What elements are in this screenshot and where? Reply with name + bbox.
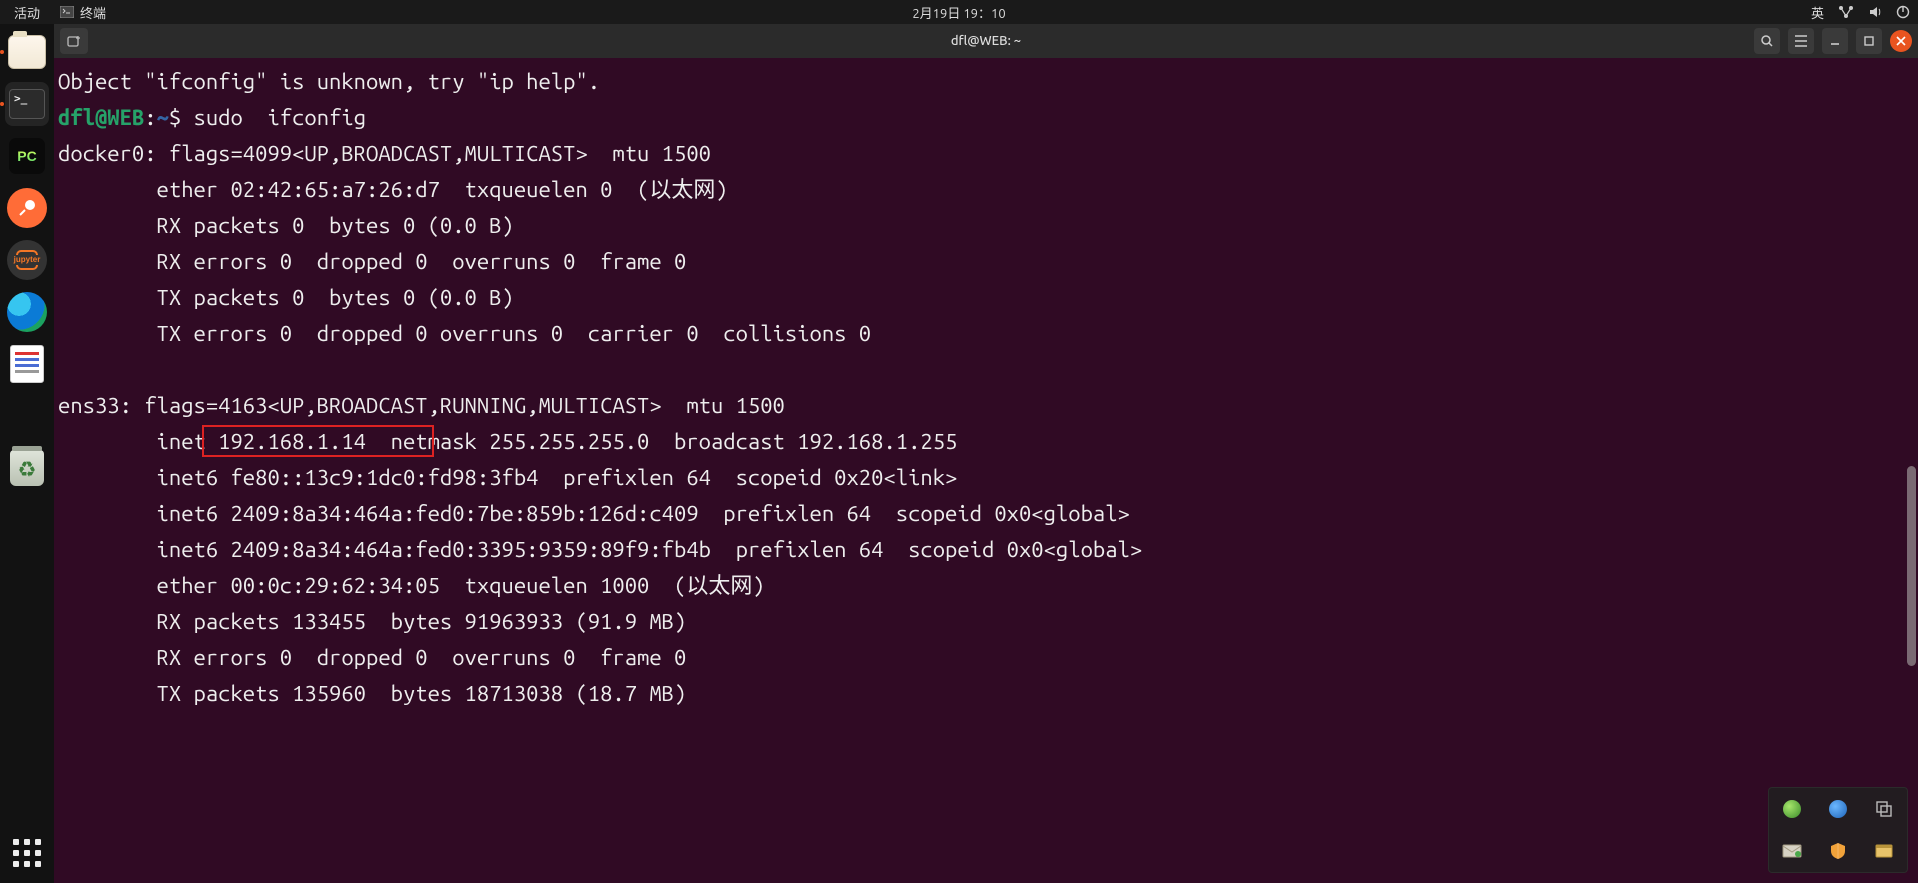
disc-icon — [8, 397, 46, 435]
terminal-icon: >_ — [9, 89, 45, 119]
files-icon — [8, 35, 46, 69]
highlight-box — [202, 425, 434, 457]
windows-stack-icon — [1875, 800, 1893, 818]
power-icon[interactable] — [1896, 5, 1910, 19]
dock-terminal[interactable]: >_ — [5, 82, 49, 126]
close-icon — [1896, 36, 1906, 46]
terminal-mini-icon — [60, 6, 74, 18]
dock-files[interactable] — [5, 30, 49, 74]
dock-postman[interactable] — [5, 186, 49, 230]
window-titlebar[interactable]: dfl@WEB: ~ — [54, 24, 1918, 58]
pycharm-icon: PC — [9, 138, 45, 174]
document-viewer-icon — [10, 345, 44, 383]
new-tab-button[interactable] — [60, 28, 88, 54]
ime-indicator[interactable]: 英 — [1811, 3, 1824, 22]
clock[interactable]: 2月19日 19：10 — [912, 3, 1005, 22]
topbar-status-area[interactable]: 英 — [1811, 3, 1910, 22]
tray-item-4[interactable] — [1769, 830, 1815, 872]
search-icon — [1760, 34, 1774, 48]
indicator-panel[interactable] — [1768, 787, 1908, 873]
app-menu-label: 终端 — [80, 3, 106, 22]
dock-jupyter[interactable]: jupyter — [5, 238, 49, 282]
hamburger-menu-button[interactable] — [1788, 28, 1814, 54]
hamburger-icon — [1794, 35, 1808, 47]
close-button[interactable] — [1890, 30, 1912, 52]
tray-item-5[interactable] — [1815, 830, 1861, 872]
new-tab-icon — [67, 34, 81, 48]
terminal-body[interactable]: Object "ifconfig" is unknown, try "ip he… — [54, 58, 1918, 883]
scrollbar-thumb[interactable] — [1907, 466, 1916, 666]
window-title: dfl@WEB: ~ — [951, 34, 1021, 48]
postman-icon — [7, 188, 47, 228]
terminal-window: dfl@WEB: ~ Object "ifconfig" is unknown,… — [54, 24, 1918, 883]
tray-item-6[interactable] — [1861, 830, 1907, 872]
gnome-topbar: 活动 终端 2月19日 19：10 英 — [0, 0, 1918, 24]
search-button[interactable] — [1754, 28, 1780, 54]
maximize-button[interactable] — [1856, 28, 1882, 54]
trash-icon: ♻ — [10, 450, 44, 486]
tray-item-2[interactable] — [1815, 788, 1861, 830]
minimize-icon — [1829, 35, 1841, 47]
app-menu[interactable]: 终端 — [54, 3, 112, 22]
show-apps-button[interactable] — [5, 831, 49, 875]
dock: >_ PC jupyter ♻ — [0, 24, 54, 883]
terminal-output[interactable]: Object "ifconfig" is unknown, try "ip he… — [58, 64, 1918, 712]
dock-pycharm[interactable]: PC — [5, 134, 49, 178]
volume-icon[interactable] — [1868, 5, 1882, 19]
minimize-button[interactable] — [1822, 28, 1848, 54]
dock-trash[interactable]: ♻ — [5, 446, 49, 490]
dock-document-viewer[interactable] — [5, 342, 49, 386]
mail-icon — [1782, 844, 1802, 858]
maximize-icon — [1863, 35, 1875, 47]
network-icon[interactable] — [1838, 5, 1854, 19]
tray-item-1[interactable] — [1769, 788, 1815, 830]
dock-disc[interactable] — [5, 394, 49, 438]
scrollbar[interactable] — [1906, 58, 1916, 883]
edge-icon — [7, 292, 47, 332]
tray-item-3[interactable] — [1861, 788, 1907, 830]
shield-icon — [1830, 842, 1846, 860]
window-icon — [1875, 844, 1893, 858]
jupyter-icon: jupyter — [7, 240, 47, 280]
window-controls — [1754, 28, 1912, 54]
activities-button[interactable]: 活动 — [0, 3, 54, 22]
dock-edge[interactable] — [5, 290, 49, 334]
